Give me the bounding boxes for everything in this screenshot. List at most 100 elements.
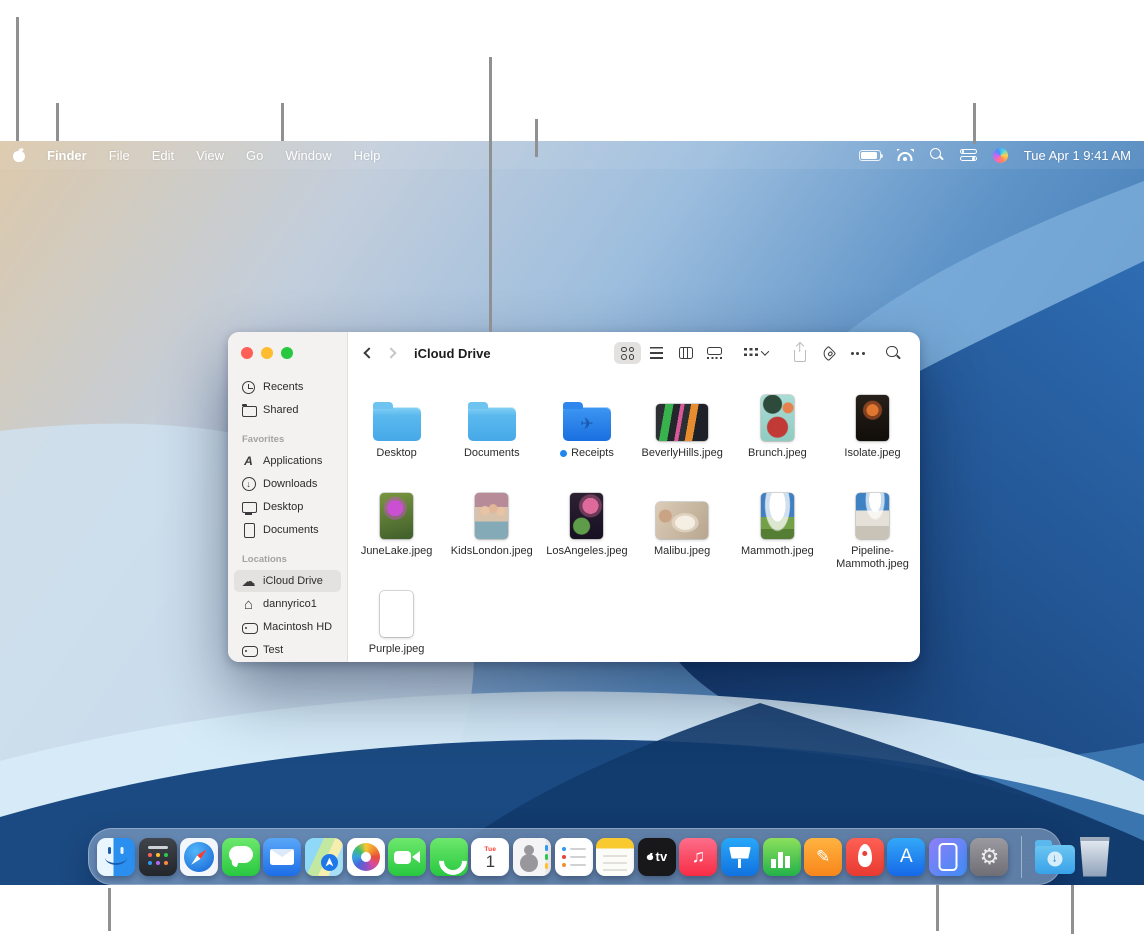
dock-app-store-icon[interactable]: A <box>887 837 926 876</box>
dock-maps-icon[interactable] <box>304 837 343 876</box>
dock-contacts-icon[interactable] <box>512 837 551 876</box>
image-thumbnail <box>760 395 794 441</box>
sidebar-locations-header: Locations <box>242 554 287 565</box>
share-button[interactable] <box>786 342 813 364</box>
sidebar-item-documents[interactable]: Documents <box>234 519 341 541</box>
dock-phone-icon[interactable] <box>429 837 468 876</box>
image-thumbnail <box>475 493 509 539</box>
sidebar-item-downloads[interactable]: Downloads <box>234 473 341 495</box>
menu-edit[interactable]: Edit <box>152 148 174 163</box>
more-button[interactable] <box>844 342 871 364</box>
dock-finder-icon[interactable] <box>97 837 135 876</box>
gallery-view-icon <box>707 347 723 359</box>
sidebar-label: Recents <box>263 381 304 393</box>
sidebar-item-macintosh-hd[interactable]: Macintosh HD <box>234 616 341 638</box>
dock-reminders-icon[interactable] <box>554 837 593 876</box>
dock-music-icon[interactable] <box>679 837 718 876</box>
menu-file[interactable]: File <box>109 148 130 163</box>
dock-messages-icon[interactable] <box>221 837 260 876</box>
dock-iphone-mirroring-icon[interactable] <box>928 837 967 876</box>
dock-launchpad-icon[interactable] <box>138 837 177 876</box>
file-grid: Desktop Documents Receipts <box>348 374 920 662</box>
tags-button[interactable] <box>815 342 842 364</box>
dock-apple-tv-icon[interactable]: tv <box>637 837 676 876</box>
file-pipeline-mammoth[interactable]: Pipeline-Mammoth.jpeg <box>825 482 920 580</box>
file-desktop[interactable]: Desktop <box>349 384 444 482</box>
sidebar-item-icloud-drive[interactable]: iCloud Drive <box>234 570 341 592</box>
menu-help[interactable]: Help <box>354 148 381 163</box>
file-losangeles[interactable]: LosAngeles.jpeg <box>539 482 634 580</box>
share-icon <box>793 349 806 362</box>
sidebar-item-desktop[interactable]: Desktop <box>234 496 341 518</box>
file-receipts[interactable]: Receipts <box>539 384 634 482</box>
close-button[interactable] <box>241 347 253 359</box>
dock-calendar-icon[interactable]: Tue 1 <box>471 837 510 876</box>
file-isolate[interactable]: Isolate.jpeg <box>825 384 920 482</box>
group-by-button[interactable] <box>737 342 775 364</box>
more-icon <box>850 351 865 355</box>
file-brunch[interactable]: Brunch.jpeg <box>730 384 825 482</box>
siri-icon[interactable] <box>992 147 1008 163</box>
tag-icon <box>820 345 837 361</box>
sidebar-item-shared[interactable]: Shared <box>234 399 341 421</box>
dock-trash-icon[interactable] <box>1079 836 1110 877</box>
minimize-button[interactable] <box>261 347 273 359</box>
menu-view[interactable]: View <box>196 148 224 163</box>
icon-view-button[interactable] <box>614 342 642 364</box>
dock-keynote-icon[interactable] <box>720 837 759 876</box>
dock-mail-icon[interactable] <box>263 837 302 876</box>
dock-safari-icon[interactable] <box>180 837 219 876</box>
file-purple[interactable]: Purple.jpeg <box>349 580 444 662</box>
dock: Tue 1 tv A <box>88 828 1110 885</box>
menu-finder[interactable]: Finder <box>47 148 87 163</box>
menu-go[interactable]: Go <box>246 148 263 163</box>
control-center-icon[interactable] <box>959 149 977 162</box>
search-button[interactable] <box>880 342 907 364</box>
callout-finder-menu-line <box>56 103 59 141</box>
group-by-icon <box>744 347 759 359</box>
sidebar-item-applications[interactable]: Applications <box>234 450 341 472</box>
forward-button[interactable] <box>380 342 402 364</box>
menu-bar-left: Finder File Edit View Go Window Help <box>13 148 380 163</box>
menu-bar-clock[interactable]: Tue Apr 1 9:41 AM <box>1024 148 1131 163</box>
folder-icon <box>467 402 516 441</box>
mac-screen: Finder File Edit View Go Window Help Tue… <box>0 141 1144 885</box>
sidebar-item-recents[interactable]: Recents <box>234 376 341 398</box>
file-label: Receipts <box>571 447 614 459</box>
tv-label: tv <box>655 849 668 864</box>
column-view-button[interactable] <box>672 342 699 364</box>
gallery-view-button[interactable] <box>701 342 728 364</box>
sidebar-item-test[interactable]: Test <box>234 639 341 661</box>
dock-photos-icon[interactable] <box>346 837 385 876</box>
sidebar-item-dannyrico1[interactable]: dannyrico1 <box>234 593 341 615</box>
dock-numbers-icon[interactable] <box>762 837 801 876</box>
file-malibu[interactable]: Malibu.jpeg <box>635 482 730 580</box>
finder-window: Recents Shared Favorites Applications Do… <box>228 332 920 662</box>
dock-notes-icon[interactable] <box>596 837 635 876</box>
dock-rocket-app-icon[interactable] <box>845 837 884 876</box>
sidebar-label: Applications <box>263 455 323 467</box>
menu-window[interactable]: Window <box>285 148 331 163</box>
zoom-button[interactable] <box>281 347 293 359</box>
battery-icon[interactable] <box>858 149 884 161</box>
dock-facetime-icon[interactable] <box>388 837 427 876</box>
dock-downloads-folder-icon[interactable] <box>1034 839 1075 874</box>
dock-pages-icon[interactable] <box>804 837 843 876</box>
dock-system-settings-icon[interactable] <box>970 837 1009 876</box>
spotlight-search-icon[interactable] <box>929 148 944 162</box>
file-kidslondon[interactable]: KidsLondon.jpeg <box>444 482 539 580</box>
apple-logo-icon[interactable] <box>13 148 25 162</box>
wifi-icon[interactable] <box>897 149 914 161</box>
file-mammoth[interactable]: Mammoth.jpeg <box>730 482 825 580</box>
file-label: Desktop <box>376 447 417 459</box>
file-label: Malibu.jpeg <box>654 545 711 557</box>
home-icon <box>241 597 256 612</box>
list-view-button[interactable] <box>643 342 670 364</box>
shared-folder-icon <box>241 403 257 418</box>
file-label: Documents <box>463 447 520 459</box>
image-thumbnail <box>656 404 709 441</box>
back-button[interactable] <box>358 342 380 364</box>
file-documents[interactable]: Documents <box>444 384 539 482</box>
file-beverlyhills[interactable]: BeverlyHills.jpeg <box>635 384 730 482</box>
file-junelake[interactable]: JuneLake.jpeg <box>349 482 444 580</box>
